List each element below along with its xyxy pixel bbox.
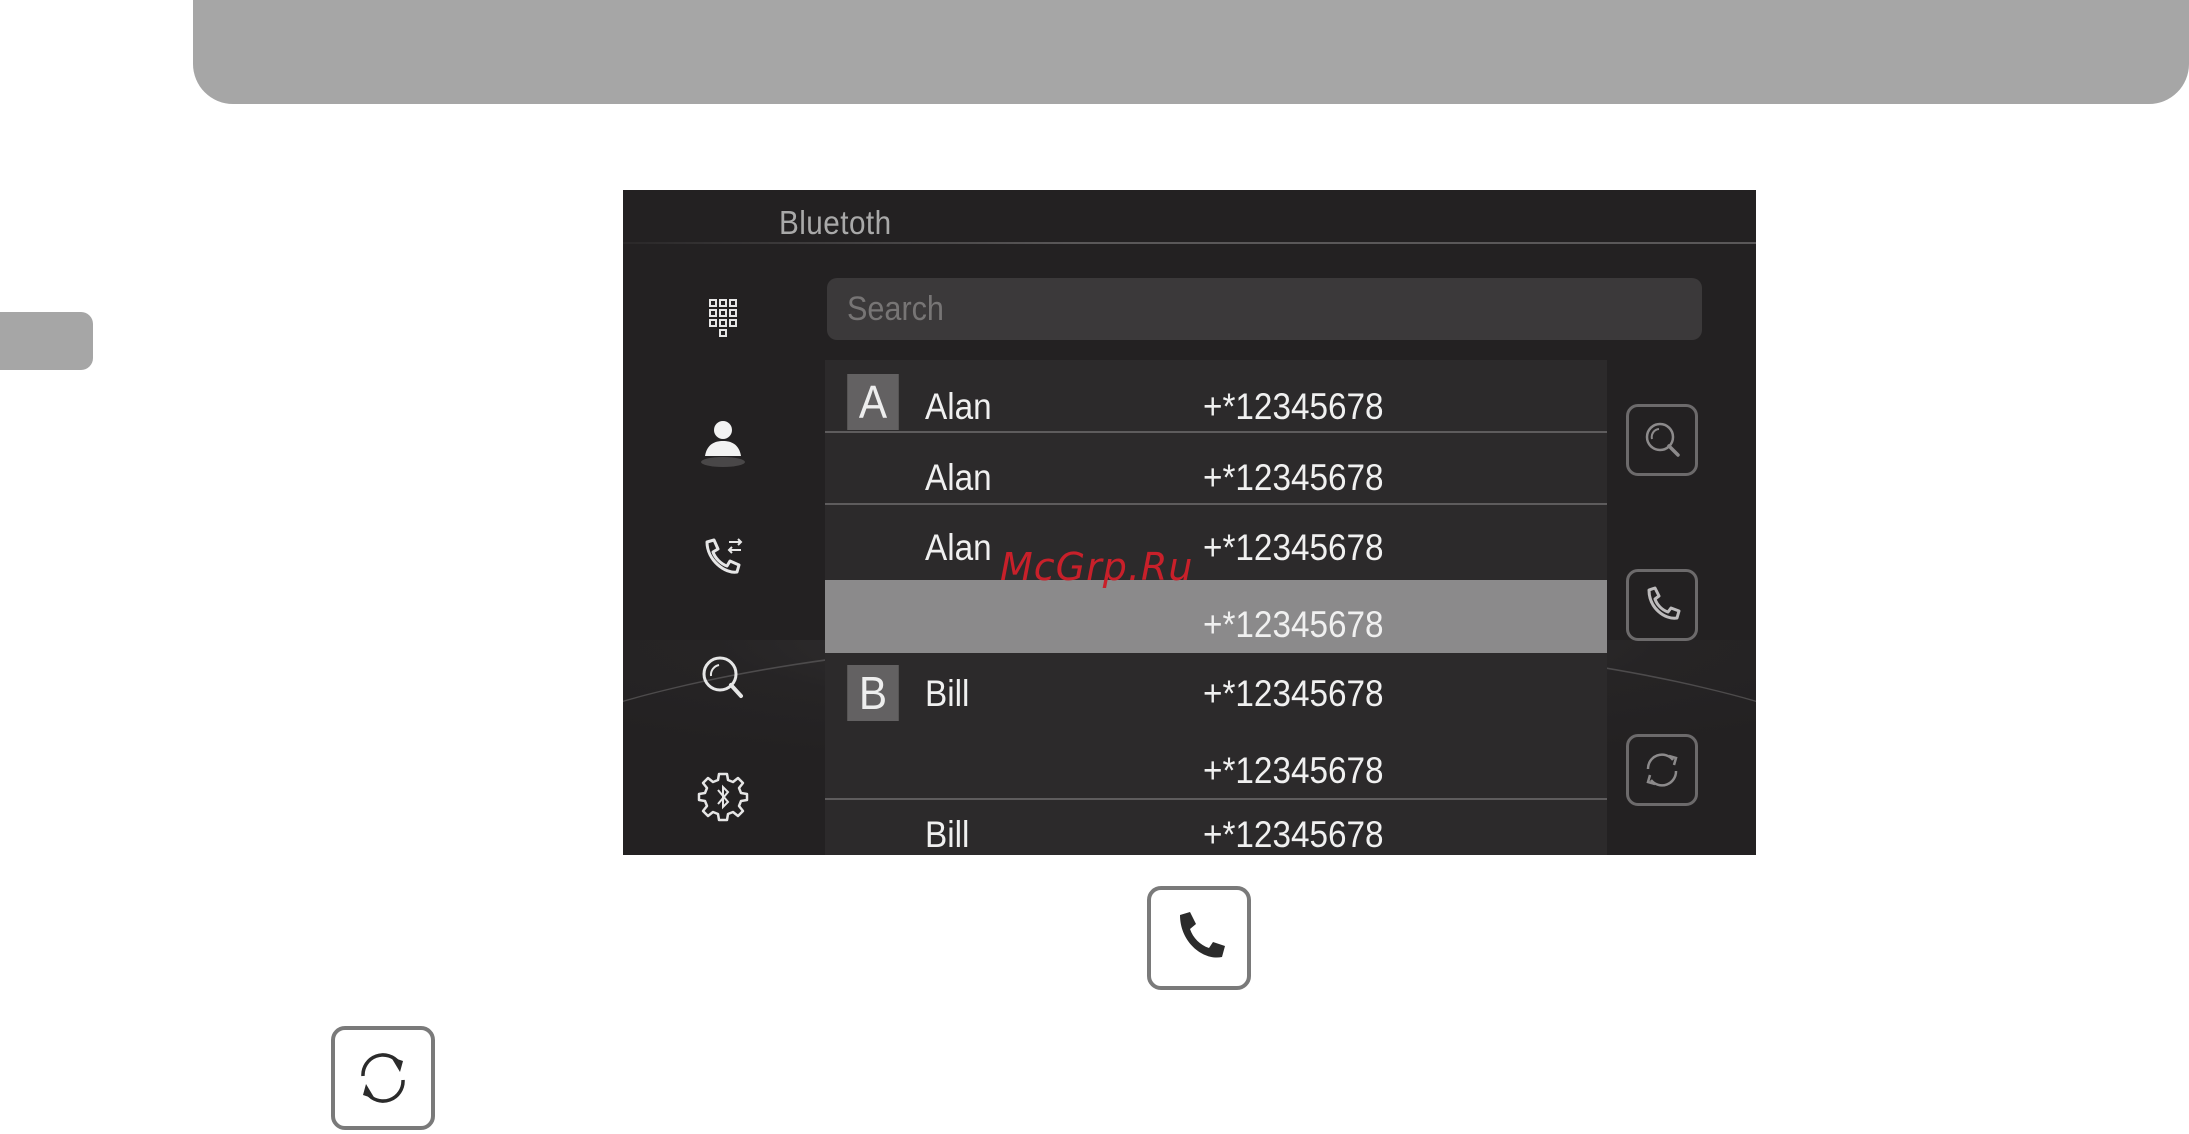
search-input[interactable]: Search [827,278,1702,340]
bluetooth-settings-icon[interactable] [695,768,751,824]
contact-name: Alan [925,386,992,427]
search-button[interactable] [1626,404,1698,476]
call-history-icon[interactable] [695,530,751,586]
title-divider [623,242,1756,244]
head-unit-screen: Bluetoth Search A Alan +*12345678 Alan +… [623,190,1756,855]
screen-title: Bluetoth [779,204,892,241]
contact-number: +*12345678 [1203,527,1384,568]
search-icon [1645,422,1680,457]
contact-name: Alan [925,527,992,568]
contact-row[interactable]: Alan +*12345678 [825,505,1607,573]
contact-row-selected[interactable]: +*12345678 [825,580,1607,653]
sync-icon-legend [331,1026,435,1130]
contacts-icon[interactable] [695,412,751,468]
sync-icon [361,1053,405,1103]
contact-name: Alan [925,457,992,498]
chapter-tab [0,312,93,370]
call-button[interactable] [1626,569,1698,641]
contact-row[interactable]: +*12345678 [825,725,1607,800]
contact-row[interactable]: B Bill +*12345678 [825,653,1607,721]
contact-name: Bill [925,814,970,855]
contact-number: +*12345678 [1203,386,1384,427]
phone-icon [1180,912,1225,958]
phone-icon [1647,586,1681,620]
contact-list[interactable]: A Alan +*12345678 Alan +*12345678 Alan +… [825,360,1607,855]
contact-number: +*12345678 [1203,750,1384,791]
contact-number: +*12345678 [1203,814,1384,855]
index-letter: B [847,665,899,721]
contact-row[interactable]: Bill +*12345678 [825,800,1607,855]
search-placeholder: Search [847,290,944,328]
contact-row[interactable]: Alan +*12345678 [825,433,1607,505]
contact-row[interactable]: A Alan +*12345678 [825,360,1607,433]
contact-number: +*12345678 [1203,604,1384,645]
sync-button[interactable] [1626,734,1698,806]
phone-icon-legend [1147,886,1251,990]
watermark: McGrp.Ru [1000,545,1194,589]
search-icon[interactable] [695,650,751,706]
contact-number: +*12345678 [1203,673,1384,714]
contact-number: +*12345678 [1203,457,1384,498]
dialpad-icon[interactable] [695,292,751,348]
contact-name: Bill [925,673,970,714]
index-letter: A [847,374,899,430]
header-band [193,0,2189,104]
sync-icon [1646,753,1678,787]
